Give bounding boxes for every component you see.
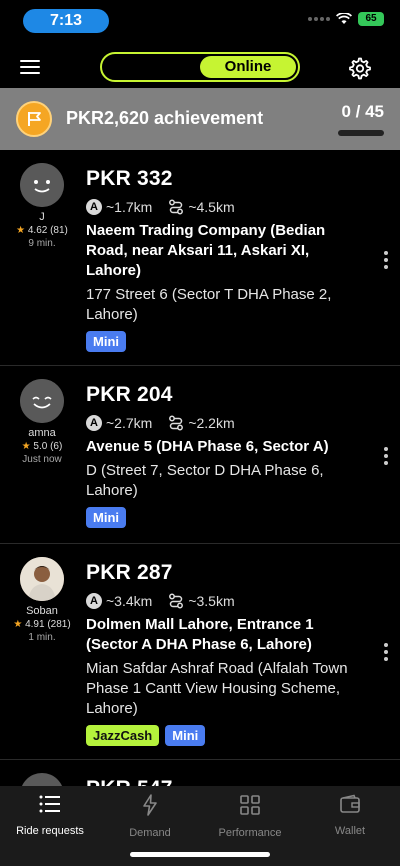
fare-price: PKR 332	[86, 167, 173, 190]
home-indicator	[130, 852, 270, 857]
route-icon	[169, 415, 184, 431]
rider-avatar	[20, 557, 64, 601]
fare-price: PKR 287	[86, 561, 173, 584]
tag-jazzcash: JazzCash	[86, 725, 160, 746]
nav-label: Ride requests	[16, 825, 84, 837]
tag-mini: Mini	[86, 331, 126, 352]
request-details: PKR 287 A ~3.4km ~3.5km Dolmen Mall Laho…	[86, 561, 356, 746]
achievement-text: PKR2,620 achievement	[66, 108, 264, 128]
pickup-distance: ~2.7km	[106, 415, 153, 431]
ride-request-card[interactable]: J ★ 4.62 (81) 9 min. PKR 332 A ~1.7km ~4…	[0, 151, 400, 366]
dropoff-address: D (Street 7, Sector D DHA Phase 6, Lahor…	[86, 462, 324, 499]
achievement-progress-bar	[338, 130, 384, 136]
pickup-distance: ~3.4km	[106, 593, 153, 609]
dropoff-address: Mian Safdar Ashraf Road (Alfalah Town Ph…	[86, 660, 348, 717]
online-toggle[interactable]: Online	[100, 52, 300, 82]
pickup-address: Naeem Trading Company (Bedian Road, near…	[86, 222, 326, 279]
signal-icon	[308, 17, 330, 21]
distance-row: A ~2.7km ~2.2km	[86, 415, 356, 431]
rider-name: Soban	[26, 605, 58, 617]
pickup-address: Avenue 5 (DHA Phase 6, Sector A)	[86, 438, 329, 455]
status-icons: 65	[308, 12, 384, 26]
rider-avatar	[20, 379, 64, 423]
request-details: PKR 204 A ~2.7km ~2.2km Avenue 5 (DHA Ph…	[86, 383, 356, 528]
ride-request-card[interactable]: Soban ★ 4.91 (281) 1 min. PKR 287 A ~3.4…	[0, 545, 400, 760]
more-options-icon[interactable]	[384, 447, 388, 468]
request-time: 1 min.	[28, 632, 56, 643]
wallet-icon	[340, 794, 360, 813]
trip-distance: ~3.5km	[188, 593, 235, 609]
online-toggle-label: Online	[200, 56, 296, 78]
rider-name: J	[39, 211, 45, 223]
pickup-marker-icon: A	[86, 593, 102, 609]
status-bar: 7:13 65	[0, 0, 400, 40]
tag-list: Mini	[86, 507, 356, 528]
ride-request-card[interactable]: amna ★ 5.0 (6) Just now PKR 204 A ~2.7km…	[0, 367, 400, 544]
trip-distance: ~2.2km	[188, 415, 235, 431]
request-time: Just now	[22, 454, 62, 465]
route-icon	[169, 593, 184, 609]
trip-distance: ~4.5km	[188, 199, 235, 215]
nav-label: Wallet	[334, 825, 366, 837]
request-details: PKR 332 A ~1.7km ~4.5km Naeem Trading Co…	[86, 167, 356, 352]
distance-row: A ~1.7km ~4.5km	[86, 199, 356, 215]
tag-mini: Mini	[86, 507, 126, 528]
nav-demand[interactable]: Demand	[100, 794, 200, 839]
pickup-marker-icon: A	[86, 199, 102, 215]
rider-info: Soban ★ 4.91 (281) 1 min.	[12, 557, 72, 643]
pickup-address: Dolmen Mall Lahore, Entrance 1 (Sector A…	[86, 616, 314, 653]
distance-row: A ~3.4km ~3.5km	[86, 593, 356, 609]
rider-rating: ★ 4.91 (281)	[13, 619, 71, 630]
rider-info: amna ★ 5.0 (6) Just now	[12, 379, 72, 465]
top-bar: Online	[0, 48, 400, 88]
more-options-icon[interactable]	[384, 643, 388, 664]
gear-icon[interactable]	[348, 56, 372, 80]
star-icon: ★	[21, 441, 31, 452]
grid-icon	[240, 795, 260, 815]
request-time: 9 min.	[28, 238, 56, 249]
battery-icon: 65	[358, 12, 384, 26]
route-icon	[169, 199, 184, 215]
list-icon	[39, 795, 60, 813]
nav-label: Performance	[218, 827, 282, 839]
lightning-icon	[143, 794, 157, 816]
rider-rating: ★ 4.62 (81)	[16, 225, 68, 236]
menu-icon[interactable]	[20, 60, 40, 76]
achievement-count: 0 / 45	[341, 102, 384, 121]
rider-rating: ★ 5.0 (6)	[21, 441, 63, 452]
status-time: 7:13	[23, 9, 109, 33]
star-icon: ★	[16, 225, 26, 236]
nav-label: Demand	[129, 827, 171, 839]
flag-coin-icon	[16, 101, 52, 137]
pickup-marker-icon: A	[86, 415, 102, 431]
nav-ride-requests[interactable]: Ride requests	[0, 794, 100, 837]
pickup-distance: ~1.7km	[106, 199, 153, 215]
dropoff-address: 177 Street 6 (Sector T DHA Phase 2, Laho…	[86, 286, 332, 323]
rider-avatar	[20, 163, 64, 207]
star-icon: ★	[13, 619, 23, 630]
fare-price: PKR 204	[86, 383, 173, 406]
tag-list: Mini	[86, 331, 356, 352]
wifi-icon	[336, 13, 352, 24]
tag-list: JazzCash Mini	[86, 725, 356, 746]
achievement-banner[interactable]: PKR2,620 achievement 0 / 45	[0, 88, 400, 150]
tag-mini: Mini	[165, 725, 206, 746]
rider-info: J ★ 4.62 (81) 9 min.	[12, 163, 72, 249]
rider-name: amna	[28, 427, 56, 439]
more-options-icon[interactable]	[384, 251, 388, 272]
nav-wallet[interactable]: Wallet	[300, 794, 400, 837]
nav-performance[interactable]: Performance	[200, 794, 300, 839]
